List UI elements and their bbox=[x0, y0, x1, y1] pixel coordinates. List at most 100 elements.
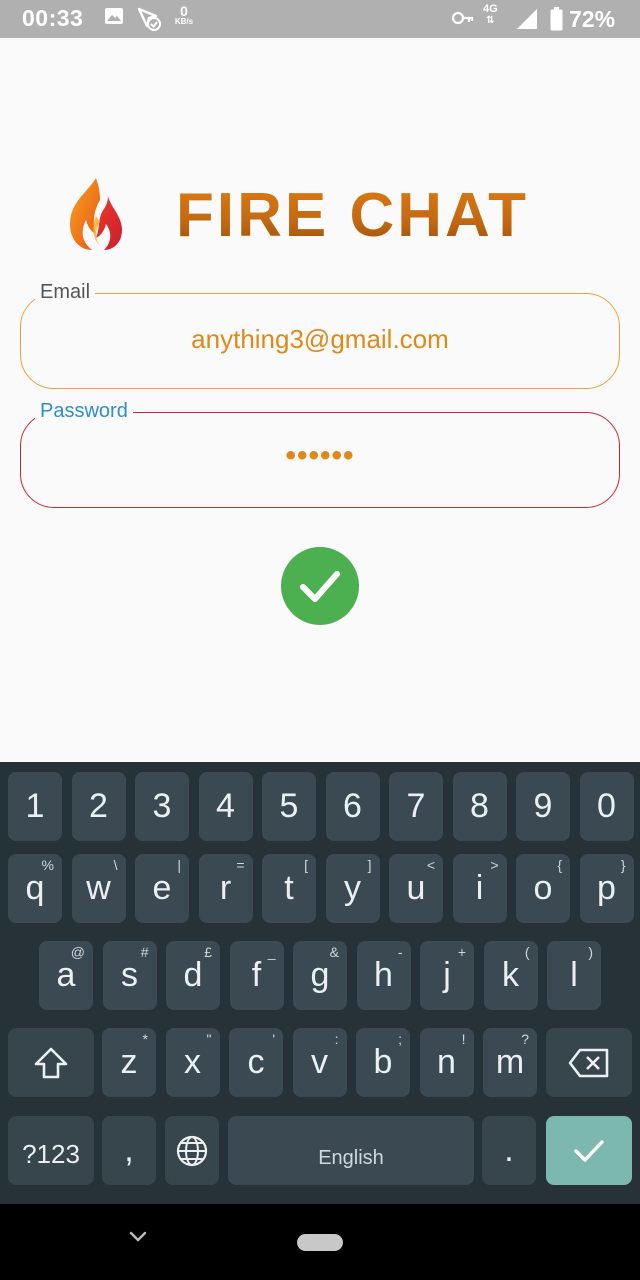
key-label: o bbox=[533, 869, 553, 907]
key-label: r bbox=[219, 869, 232, 907]
key-label: , bbox=[124, 1131, 134, 1169]
key-hint: ] bbox=[367, 857, 372, 873]
key-6[interactable]: 6 bbox=[325, 772, 380, 841]
key-0[interactable]: 0 bbox=[579, 772, 634, 841]
backspace-key[interactable] bbox=[546, 1028, 632, 1097]
email-field[interactable]: Email anything3@gmail.com bbox=[20, 281, 620, 389]
key-3[interactable]: 3 bbox=[135, 772, 189, 841]
key-s[interactable]: s # bbox=[102, 941, 157, 1010]
key-a[interactable]: a @ bbox=[39, 941, 93, 1010]
key-label: h bbox=[374, 956, 393, 994]
chevron-down-icon[interactable] bbox=[128, 1230, 148, 1249]
enter-key[interactable] bbox=[546, 1116, 632, 1185]
key-i[interactable]: i > bbox=[452, 854, 507, 923]
key-f[interactable]: f _ bbox=[229, 941, 284, 1010]
key-hint: : bbox=[334, 1031, 339, 1047]
key-hint: [ bbox=[304, 857, 308, 873]
key-o[interactable]: o{ bbox=[516, 854, 570, 923]
key-v[interactable]: v: bbox=[292, 1028, 347, 1097]
key-l[interactable]: l) bbox=[547, 941, 601, 1010]
key-icon bbox=[451, 10, 474, 31]
key-u[interactable]: u < bbox=[389, 854, 443, 923]
key-label: l bbox=[570, 956, 578, 994]
status-time: 00:33 bbox=[22, 5, 84, 31]
network-type: 4G ⇅ bbox=[483, 3, 498, 26]
key-e[interactable]: e | bbox=[135, 854, 189, 923]
key-n[interactable]: n! bbox=[419, 1028, 474, 1097]
battery-percent: 72% bbox=[569, 6, 616, 32]
key-q[interactable]: q% bbox=[8, 854, 62, 923]
key-label: 9 bbox=[533, 787, 553, 825]
shift-icon bbox=[34, 1047, 68, 1079]
key-label: y bbox=[344, 869, 361, 907]
language-key[interactable] bbox=[165, 1116, 219, 1185]
flame-logo-icon bbox=[66, 176, 130, 257]
key-m[interactable]: m? bbox=[483, 1028, 537, 1097]
key-label: w bbox=[86, 869, 111, 907]
key-label: a bbox=[56, 956, 76, 994]
key-j[interactable]: j + bbox=[420, 941, 474, 1010]
period-key[interactable]: . bbox=[482, 1116, 536, 1185]
email-label: Email bbox=[35, 281, 96, 304]
shift-key[interactable] bbox=[8, 1028, 94, 1097]
key-4[interactable]: 4 bbox=[198, 772, 253, 841]
key-label: i bbox=[475, 869, 484, 907]
key-label: English bbox=[318, 1147, 384, 1169]
key-x[interactable]: x " bbox=[165, 1028, 220, 1097]
key-hint: \ bbox=[113, 857, 118, 873]
key-1[interactable]: 1 bbox=[8, 772, 62, 841]
key-hint: " bbox=[206, 1031, 212, 1047]
key-label: . bbox=[504, 1131, 514, 1169]
key-8[interactable]: 8 bbox=[452, 772, 507, 841]
key-label: 4 bbox=[216, 787, 235, 825]
signal-icon bbox=[516, 8, 538, 35]
key-label: m bbox=[495, 1043, 525, 1081]
key-label: v bbox=[311, 1043, 328, 1081]
key-r[interactable]: r = bbox=[198, 854, 253, 923]
key-b[interactable]: b; bbox=[356, 1028, 410, 1097]
key-label: 5 bbox=[279, 787, 299, 825]
password-input[interactable]: •••••• bbox=[21, 439, 619, 473]
key-c[interactable]: c ' bbox=[229, 1028, 283, 1097]
comma-key[interactable]: , bbox=[102, 1116, 156, 1185]
key-hint: | bbox=[177, 857, 181, 873]
key-9[interactable]: 9 bbox=[516, 772, 570, 841]
key-g[interactable]: g & bbox=[293, 941, 347, 1010]
key-label: u bbox=[406, 869, 426, 907]
key-5[interactable]: 5 bbox=[262, 772, 316, 841]
key-hint: { bbox=[557, 857, 562, 873]
key-hint: ; bbox=[398, 1031, 402, 1047]
password-field[interactable]: Password •••••• bbox=[20, 400, 620, 508]
submit-button[interactable] bbox=[281, 547, 359, 625]
key-2[interactable]: 2 bbox=[71, 772, 126, 841]
key-k[interactable]: k( bbox=[483, 941, 538, 1010]
key-t[interactable]: t[ bbox=[262, 854, 316, 923]
key-label: z bbox=[120, 1043, 138, 1081]
key-d[interactable]: d £ bbox=[166, 941, 220, 1010]
globe-icon bbox=[176, 1135, 208, 1167]
home-pill-button[interactable] bbox=[297, 1234, 343, 1251]
space-key[interactable]: English bbox=[228, 1116, 474, 1185]
status-bar: 00:33 0 KB/s 4G ⇅ 72% bbox=[0, 0, 640, 38]
key-hint: @ bbox=[70, 944, 85, 960]
key-hint: = bbox=[236, 857, 245, 873]
check-icon bbox=[574, 1140, 604, 1162]
key-label: 0 bbox=[597, 787, 616, 825]
email-input[interactable]: anything3@gmail.com bbox=[21, 324, 619, 355]
key-hint: ? bbox=[521, 1031, 529, 1047]
key-p[interactable]: p} bbox=[579, 854, 634, 923]
backspace-icon bbox=[568, 1048, 609, 1078]
key-w[interactable]: w \ bbox=[71, 854, 126, 923]
key-hint: + bbox=[457, 944, 466, 960]
key-z[interactable]: z * bbox=[102, 1028, 156, 1097]
key-hint: & bbox=[329, 944, 339, 960]
app-title: FIRE CHAT bbox=[176, 181, 530, 250]
key-label: 7 bbox=[406, 787, 426, 825]
key-y[interactable]: y] bbox=[325, 854, 380, 923]
key-label: x bbox=[184, 1043, 201, 1081]
key-label: n bbox=[437, 1043, 456, 1081]
symbols-key[interactable]: ?123 bbox=[8, 1116, 94, 1185]
key-7[interactable]: 7 bbox=[389, 772, 443, 841]
key-hint: ' bbox=[272, 1031, 275, 1047]
key-h[interactable]: h- bbox=[356, 941, 411, 1010]
